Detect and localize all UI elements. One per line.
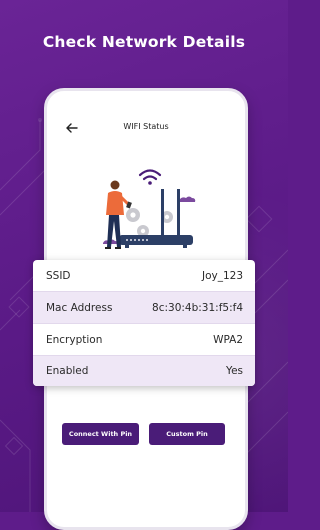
promo-headline: Check Network Details [42,33,246,51]
custom-pin-button[interactable]: Custom Pin [149,423,225,445]
detail-label: Encryption [46,333,103,346]
detail-value: 8c:30:4b:31:f5:f4 [152,301,243,314]
connect-with-pin-button[interactable]: Connect With Pin [62,423,139,445]
detail-label: Mac Address [46,301,113,314]
detail-row-ssid: SSID Joy_123 [33,260,255,291]
detail-label: SSID [46,269,71,282]
detail-value: Yes [226,365,243,377]
screen-title: WIFI Status [123,122,169,131]
network-details-card: SSID Joy_123 Mac Address 8c:30:4b:31:f5:… [33,260,255,386]
detail-row-enabled: Enabled Yes [33,356,255,386]
detail-row-encryption: Encryption WPA2 [33,324,255,355]
app-toolbar: WIFI Status [53,119,239,143]
detail-value: Joy_123 [201,269,243,282]
detail-label: Enabled [46,365,89,377]
detail-value: WPA2 [213,333,243,346]
person-router-illustration [103,169,196,249]
wifi-icon [138,169,162,181]
detail-row-mac-address: Mac Address 8c:30:4b:31:f5:f4 [33,292,255,323]
